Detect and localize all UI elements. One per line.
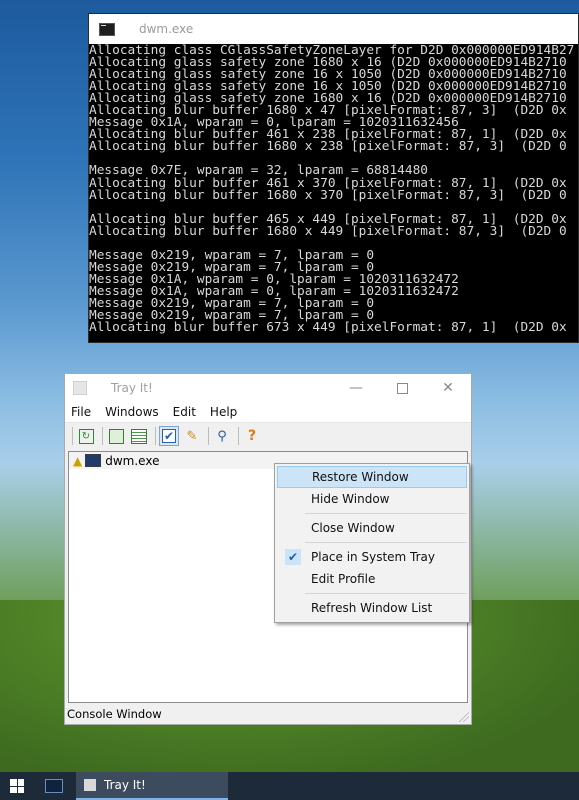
console-icon [99, 22, 115, 36]
menu-item-label: Close Window [311, 521, 395, 535]
trayit-app-icon [73, 381, 87, 395]
start-button[interactable] [0, 772, 34, 800]
close-icon: ✕ [442, 380, 454, 396]
tray-toggle-button[interactable]: ✔ [159, 426, 179, 446]
toolbar-separator [102, 427, 103, 445]
window-settings-button[interactable] [106, 426, 126, 446]
toolbar-separator [238, 427, 239, 445]
help-icon: ? [247, 428, 257, 444]
console-icon [45, 779, 63, 793]
taskbar-console[interactable] [34, 772, 74, 800]
close-button[interactable]: ✕ [425, 374, 471, 402]
menu-item-restore-window[interactable]: Restore Window [277, 466, 467, 488]
menu-help[interactable]: Help [204, 405, 243, 419]
menu-windows[interactable]: Windows [99, 405, 165, 419]
menubar: File Windows Edit Help [65, 402, 471, 423]
find-button[interactable]: ⚲ [212, 426, 232, 446]
menu-item-refresh-list[interactable]: Refresh Window List [277, 597, 467, 619]
edit-profile-icon: ✎ [186, 428, 198, 444]
minimize-button[interactable]: — [333, 374, 379, 402]
menu-item-label: Edit Profile [311, 572, 376, 586]
toolbar-separator [155, 427, 156, 445]
menu-file[interactable]: File [65, 405, 97, 419]
console-window[interactable]: dwm.exe Allocating class CGlassSafetyZon… [88, 13, 579, 343]
windows-logo-icon [10, 779, 24, 793]
menu-item-edit-profile[interactable]: Edit Profile [277, 568, 467, 590]
menu-item-close-window[interactable]: Close Window [277, 517, 467, 539]
window-settings-icon [108, 428, 124, 444]
toolbar-separator [208, 427, 209, 445]
menu-item-label: Restore Window [312, 470, 409, 484]
menu-item-hide-window[interactable]: Hide Window [277, 488, 467, 510]
taskbar-trayit[interactable]: Tray It! [76, 772, 228, 800]
status-bar: Console Window [65, 704, 471, 724]
status-text: Console Window [67, 707, 162, 721]
console-titlebar[interactable]: dwm.exe [89, 14, 578, 44]
menu-separator [305, 542, 467, 543]
minimize-icon: — [349, 380, 363, 396]
toolbar-separator [72, 427, 73, 445]
window-list-button[interactable] [129, 426, 149, 446]
edit-profile-button[interactable]: ✎ [182, 426, 202, 446]
menu-separator [305, 513, 467, 514]
context-menu: Restore Window Hide Window Close Window … [274, 463, 470, 623]
refresh-icon: ↻ [78, 428, 94, 444]
resize-grip-icon[interactable] [459, 712, 469, 722]
window-list-icon [131, 428, 147, 444]
trayit-title: Tray It! [111, 381, 153, 395]
checkmark-icon: ✔ [285, 549, 301, 565]
console-output: Allocating class CGlassSafetyZoneLayer f… [89, 44, 575, 336]
console-window-icon [85, 454, 102, 467]
menu-item-label: Hide Window [311, 492, 390, 506]
menu-edit[interactable]: Edit [167, 405, 202, 419]
maximize-icon [396, 382, 408, 394]
menu-item-label: Place in System Tray [311, 550, 435, 564]
console-title: dwm.exe [139, 22, 194, 36]
taskbar: Tray It! [0, 772, 579, 800]
menu-item-label: Refresh Window List [311, 601, 433, 615]
search-icon: ⚲ [217, 428, 227, 444]
maximize-button[interactable] [379, 374, 425, 402]
help-button[interactable]: ? [242, 426, 262, 446]
menu-separator [305, 593, 467, 594]
list-item-label: dwm.exe [105, 453, 160, 468]
trayit-titlebar[interactable]: Tray It! — ✕ [65, 374, 471, 402]
tray-person-icon: ▲ [73, 453, 83, 468]
toolbar: ↻ ✔ ✎ ⚲ ? [65, 423, 471, 449]
trayit-app-icon [84, 779, 96, 791]
refresh-button[interactable]: ↻ [76, 426, 96, 446]
menu-item-place-in-tray[interactable]: ✔ Place in System Tray [277, 546, 467, 568]
tray-check-icon: ✔ [162, 429, 176, 443]
taskbar-task-label: Tray It! [104, 778, 146, 792]
